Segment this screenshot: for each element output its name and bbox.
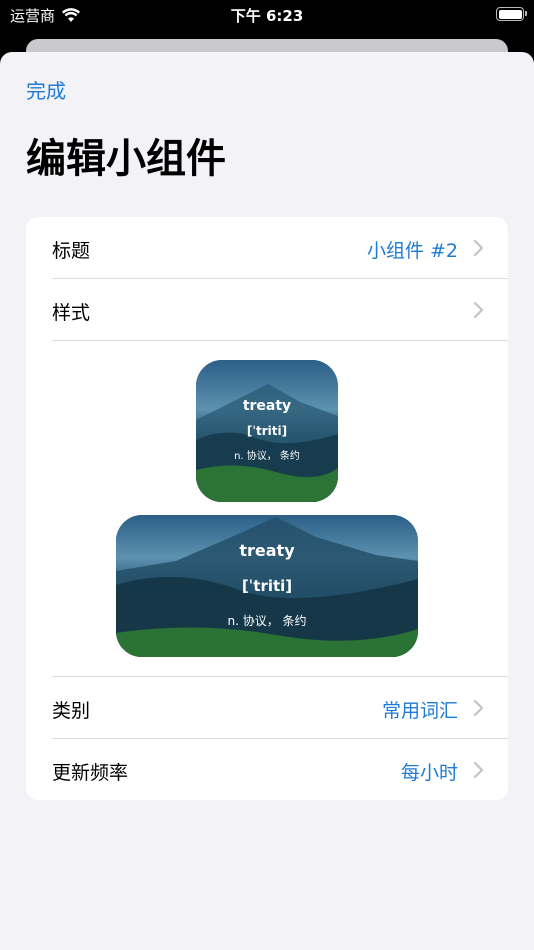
title-row-value: 小组件 #2	[366, 240, 458, 262]
settings-card: 标题 小组件 #2 样式 treaty [ˈtriti] n. 协议， 条约 t…	[26, 217, 508, 800]
small-widget-preview[interactable]: treaty [ˈtriti] n. 协议， 条约	[196, 360, 338, 502]
update-frequency-label: 更新频率	[52, 762, 129, 784]
chevron-right-icon	[473, 761, 484, 779]
done-button[interactable]: 完成	[26, 75, 66, 104]
page-title: 编辑小组件	[26, 136, 226, 182]
widget-meaning: n. 协议， 条约	[234, 451, 300, 462]
status-time: 下午 6:23	[230, 7, 304, 25]
style-row[interactable]: 样式	[26, 279, 508, 341]
title-row-label: 标题	[52, 240, 91, 262]
medium-widget-preview[interactable]: treaty [ˈtriti] n. 协议， 条约	[116, 515, 418, 657]
widget-phonetic: [ˈtriti]	[241, 577, 293, 595]
title-row[interactable]: 标题 小组件 #2	[26, 217, 508, 279]
widget-word: treaty	[242, 398, 292, 414]
category-row[interactable]: 类别 常用词汇	[26, 677, 508, 739]
category-row-value: 常用词汇	[381, 700, 458, 722]
chevron-right-icon	[473, 699, 484, 717]
chevron-right-icon	[473, 301, 484, 319]
battery-icon	[496, 7, 527, 21]
update-frequency-row[interactable]: 更新频率 每小时	[26, 739, 508, 800]
category-row-label: 类别	[52, 700, 91, 722]
widget-phonetic: [ˈtriti]	[246, 424, 288, 438]
divider	[52, 340, 508, 341]
status-bar: 运营商 下午 6:23	[0, 0, 534, 30]
widget-word: treaty	[239, 541, 295, 560]
widget-meaning: n. 协议， 条约	[227, 614, 307, 628]
style-row-label: 样式	[52, 302, 91, 324]
chevron-right-icon	[473, 239, 484, 257]
update-frequency-value: 每小时	[400, 762, 458, 784]
